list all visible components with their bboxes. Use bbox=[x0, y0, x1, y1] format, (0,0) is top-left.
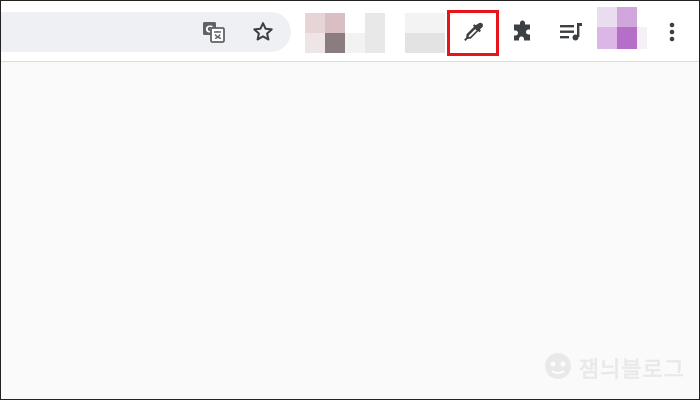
watermark: 잼늬블로그 bbox=[543, 351, 685, 385]
browser-toolbar: G bbox=[1, 1, 699, 62]
watermark-logo-icon bbox=[543, 351, 573, 385]
media-control-icon bbox=[557, 19, 585, 45]
page-content: 잼늬블로그 bbox=[1, 62, 699, 399]
profile-avatar[interactable] bbox=[597, 7, 647, 55]
eyedropper-button[interactable] bbox=[447, 10, 499, 56]
translate-icon: G bbox=[201, 19, 227, 45]
extensions-button[interactable] bbox=[505, 14, 541, 50]
browser-window: G 잼늬블로그 bbox=[0, 0, 700, 400]
media-control-button[interactable] bbox=[553, 14, 589, 50]
blurred-extension-icon[interactable] bbox=[405, 13, 445, 57]
kebab-menu-icon bbox=[667, 20, 677, 44]
bookmark-button[interactable] bbox=[245, 14, 281, 50]
blurred-extension-icon[interactable] bbox=[305, 13, 385, 57]
eyedropper-icon bbox=[460, 20, 486, 46]
menu-button[interactable] bbox=[654, 14, 690, 50]
translate-button[interactable]: G bbox=[196, 14, 232, 50]
watermark-text: 잼늬블로그 bbox=[578, 358, 685, 383]
bookmark-star-icon bbox=[251, 20, 275, 44]
puzzle-extensions-icon bbox=[510, 19, 536, 45]
